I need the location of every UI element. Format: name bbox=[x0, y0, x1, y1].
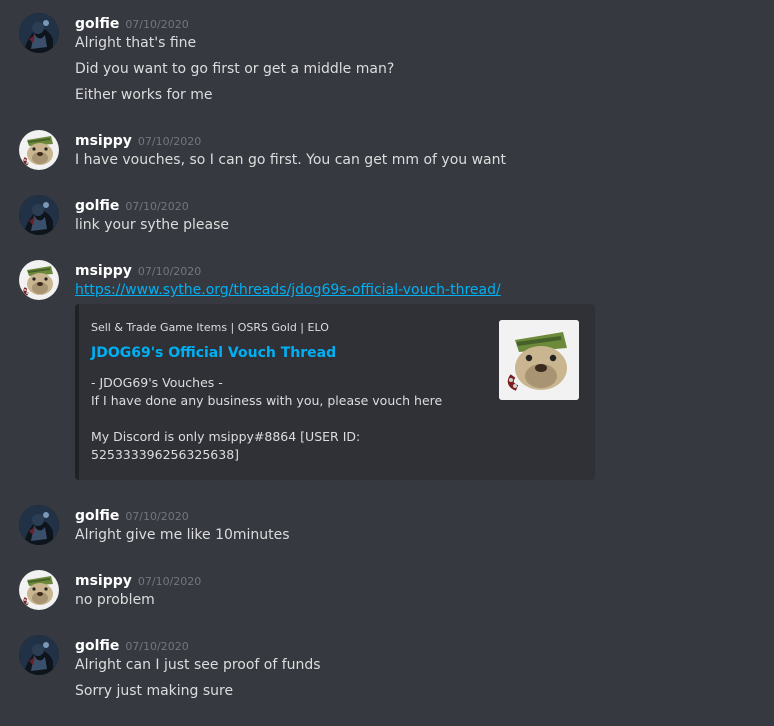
bulldog-avatar-icon bbox=[19, 130, 59, 170]
message-text: no problem bbox=[75, 592, 155, 608]
dark-character-avatar-icon bbox=[19, 13, 59, 53]
timestamp: 07/10/2020 bbox=[137, 135, 202, 148]
embed-description-line: My Discord is only msippy#8864 [USER ID: bbox=[91, 429, 361, 444]
message-text: Alright can I just see proof of funds bbox=[75, 657, 321, 673]
message-header: msippy 07/10/2020 bbox=[75, 260, 201, 279]
avatar[interactable] bbox=[19, 130, 59, 170]
message-text: link your sythe please bbox=[75, 217, 230, 233]
timestamp: 07/10/2020 bbox=[125, 640, 189, 653]
timestamp: 07/10/2020 bbox=[125, 510, 189, 523]
dark-character-avatar-icon bbox=[19, 195, 59, 235]
message-text: Alright give me like 10minutes bbox=[75, 527, 290, 543]
message-link[interactable]: https://www.sythe.org/threads/jdog69s-of… bbox=[75, 282, 501, 298]
embed-thumbnail[interactable] bbox=[499, 320, 579, 400]
message-header: golfie 07/10/2020 bbox=[75, 13, 189, 32]
avatar[interactable] bbox=[19, 13, 59, 53]
username[interactable]: golfie bbox=[75, 16, 119, 32]
avatar[interactable] bbox=[19, 570, 59, 610]
message-header: msippy 07/10/2020 bbox=[75, 130, 201, 149]
bulldog-avatar-icon bbox=[19, 570, 59, 610]
timestamp: 07/10/2020 bbox=[125, 18, 189, 31]
username[interactable]: golfie bbox=[75, 508, 119, 524]
bulldog-thumbnail-icon bbox=[499, 320, 579, 400]
message-text: Sorry just making sure bbox=[75, 683, 234, 699]
avatar[interactable] bbox=[19, 260, 59, 300]
dark-character-avatar-icon bbox=[19, 505, 59, 545]
embed-description-line: 525333396256325638] bbox=[91, 447, 240, 462]
timestamp: 07/10/2020 bbox=[125, 200, 189, 213]
avatar[interactable] bbox=[19, 505, 59, 545]
message-header: golfie 07/10/2020 bbox=[75, 505, 189, 524]
username[interactable]: golfie bbox=[75, 638, 119, 654]
timestamp: 07/10/2020 bbox=[137, 575, 202, 588]
message-header: golfie 07/10/2020 bbox=[75, 195, 189, 214]
message-header: msippy 07/10/2020 bbox=[75, 570, 201, 589]
embed-description-line: If I have done any business with you, pl… bbox=[91, 393, 443, 408]
username[interactable]: msippy bbox=[75, 573, 132, 589]
dark-character-avatar-icon bbox=[19, 635, 59, 675]
username[interactable]: msippy bbox=[75, 133, 132, 149]
username[interactable]: msippy bbox=[75, 263, 132, 279]
message-text: Did you want to go first or get a middle… bbox=[75, 61, 395, 77]
message-text: I have vouches, so I can go first. You c… bbox=[75, 152, 506, 168]
embed-description-line: - JDOG69's Vouches - bbox=[91, 375, 223, 390]
bulldog-avatar-icon bbox=[19, 260, 59, 300]
message-text: Alright that's fine bbox=[75, 35, 197, 51]
message-text: Either works for me bbox=[75, 87, 213, 103]
message-header: golfie 07/10/2020 bbox=[75, 635, 189, 654]
username[interactable]: golfie bbox=[75, 198, 119, 214]
avatar[interactable] bbox=[19, 195, 59, 235]
embed-provider: Sell & Trade Game Items | OSRS Gold | EL… bbox=[91, 321, 329, 334]
chat-message-list: golfie 07/10/2020 Alright that's fine Did… bbox=[0, 0, 774, 726]
timestamp: 07/10/2020 bbox=[137, 265, 202, 278]
embed-title-link[interactable]: JDOG69's Official Vouch Thread bbox=[91, 345, 336, 361]
link-embed: Sell & Trade Game Items | OSRS Gold | EL… bbox=[75, 304, 595, 480]
avatar[interactable] bbox=[19, 635, 59, 675]
